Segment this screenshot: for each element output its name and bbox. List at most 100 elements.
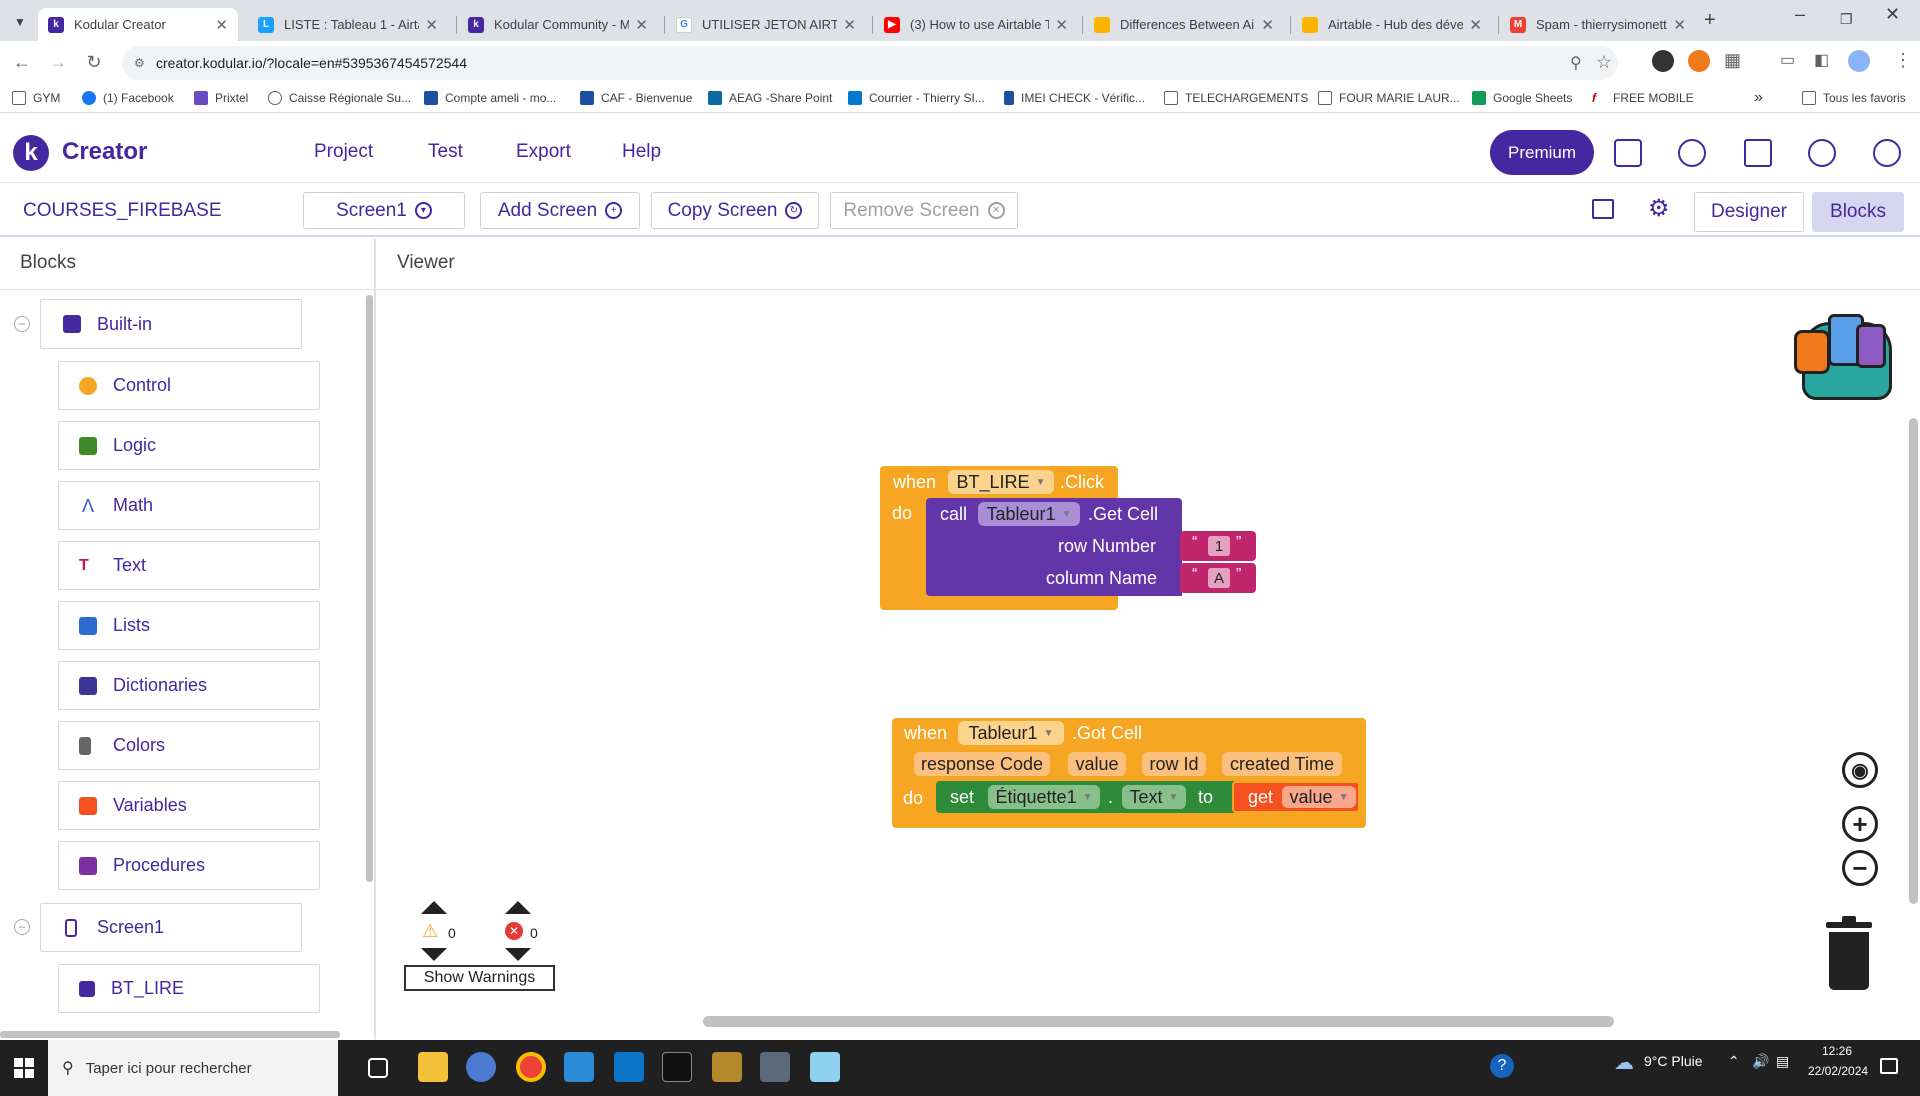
remove-screen-button[interactable]: Remove Screen ✕ bbox=[830, 192, 1018, 229]
profile-avatar-icon[interactable] bbox=[1848, 50, 1870, 72]
address-bar[interactable]: ⚙ creator.kodular.io/?locale=en#53953674… bbox=[122, 46, 1618, 80]
close-icon[interactable]: ✕ bbox=[1055, 16, 1068, 34]
tab-kodular-community[interactable]: k Kodular Community - Mu ✕ bbox=[458, 8, 658, 41]
zoom-out-icon[interactable]: − bbox=[1842, 850, 1878, 886]
bookmark-caisse-regionale[interactable]: Caisse Régionale Su... bbox=[268, 91, 411, 105]
network-icon[interactable]: ▤ bbox=[1776, 1053, 1789, 1070]
zoom-in-icon[interactable]: + bbox=[1842, 806, 1878, 842]
designer-button[interactable]: Designer bbox=[1694, 192, 1804, 232]
notes-icon[interactable] bbox=[810, 1052, 840, 1082]
workspace-horizontal-scrollbar[interactable] bbox=[703, 1016, 1614, 1027]
close-icon[interactable]: ✕ bbox=[1261, 16, 1274, 34]
gallery-icon[interactable] bbox=[1592, 199, 1614, 219]
bookmark-aeag[interactable]: AEAG -Share Point bbox=[708, 91, 832, 105]
warning-prev-icon[interactable] bbox=[421, 901, 447, 914]
category-procedures[interactable]: Procedures bbox=[58, 841, 320, 890]
window-close-icon[interactable]: ✕ bbox=[1885, 4, 1900, 25]
notifications-icon[interactable] bbox=[1880, 1058, 1898, 1074]
show-warnings-button[interactable]: Show Warnings bbox=[404, 965, 555, 991]
close-icon[interactable]: ✕ bbox=[635, 16, 648, 34]
param-row-id[interactable]: row Id bbox=[1142, 752, 1206, 776]
minimize-icon[interactable]: – bbox=[1795, 4, 1805, 25]
bookmark-all-favorites[interactable]: Tous les favoris bbox=[1802, 91, 1906, 105]
kodular-logo-icon[interactable]: k bbox=[13, 135, 49, 171]
clock-date[interactable]: 22/02/2024 bbox=[1808, 1064, 1868, 1078]
calculator-icon[interactable] bbox=[760, 1052, 790, 1082]
close-icon[interactable]: ✕ bbox=[425, 16, 438, 34]
clock-time[interactable]: 12:26 bbox=[1822, 1044, 1852, 1058]
back-icon[interactable]: ← bbox=[10, 50, 34, 74]
category-variables[interactable]: Variables bbox=[58, 781, 320, 830]
teams-icon[interactable] bbox=[564, 1052, 594, 1082]
menu-test[interactable]: Test bbox=[428, 141, 463, 163]
site-info-icon[interactable]: ⚙ bbox=[134, 56, 145, 70]
task-view-icon[interactable] bbox=[368, 1058, 388, 1078]
tab-airtable-liste[interactable]: L LISTE : Tableau 1 - Airtable ✕ bbox=[248, 8, 448, 41]
close-icon[interactable]: ✕ bbox=[1469, 16, 1482, 34]
tab-google-search[interactable]: G UTILISER JETON AIRTABLE ✕ bbox=[666, 8, 866, 41]
copy-screen-button[interactable]: Copy Screen ↻ bbox=[651, 192, 819, 229]
error-prev-icon[interactable] bbox=[505, 901, 531, 914]
new-project-folder-icon[interactable] bbox=[1614, 139, 1642, 167]
reload-icon[interactable]: ↻ bbox=[82, 50, 106, 74]
add-screen-button[interactable]: Add Screen + bbox=[480, 192, 640, 229]
trash-can-icon[interactable] bbox=[1826, 916, 1872, 990]
community-icon[interactable] bbox=[1678, 139, 1706, 167]
extensions-puzzle-icon[interactable]: ▦ bbox=[1724, 50, 1741, 71]
panel-vertical-scrollbar[interactable] bbox=[366, 295, 373, 882]
chrome-alt-icon[interactable] bbox=[466, 1052, 496, 1082]
bookmark-gym[interactable]: GYM bbox=[12, 91, 60, 105]
warning-next-icon[interactable] bbox=[421, 948, 447, 961]
tab-airtable-hub[interactable]: Airtable - Hub des dévelo ✕ bbox=[1292, 8, 1492, 41]
terminal-icon[interactable] bbox=[662, 1052, 692, 1082]
screen-selector[interactable]: Screen1 ▾ bbox=[303, 192, 465, 229]
category-colors[interactable]: Colors bbox=[58, 721, 320, 770]
menu-help[interactable]: Help bbox=[622, 141, 661, 163]
bookmark-four-marie[interactable]: FOUR MARIE LAUR... bbox=[1318, 91, 1460, 105]
blocks-button[interactable]: Blocks bbox=[1812, 192, 1904, 232]
account-icon[interactable] bbox=[1873, 139, 1901, 167]
category-logic[interactable]: Logic bbox=[58, 421, 320, 470]
property-dropdown-text[interactable]: Text ▼ bbox=[1122, 785, 1186, 809]
screen1-collapse-icon[interactable]: − bbox=[14, 919, 30, 935]
bookmark-courrier[interactable]: Courrier - Thierry SI... bbox=[848, 91, 985, 105]
variable-dropdown-value[interactable]: value ▼ bbox=[1282, 786, 1356, 808]
component-bt-lire[interactable]: BT_LIRE bbox=[58, 964, 320, 1013]
bookmark-telechargements[interactable]: TELECHARGEMENTS bbox=[1164, 91, 1308, 105]
close-icon[interactable]: ✕ bbox=[843, 16, 856, 34]
volume-icon[interactable]: 🔊 bbox=[1752, 1053, 1769, 1070]
text-value-a[interactable]: A bbox=[1208, 568, 1230, 588]
bookmark-facebook[interactable]: (1) Facebook bbox=[82, 91, 174, 105]
builtin-collapse-icon[interactable]: − bbox=[14, 316, 30, 332]
tree-screen1[interactable]: Screen1 bbox=[40, 903, 302, 952]
extension-a-icon[interactable] bbox=[1652, 50, 1674, 72]
param-response-code[interactable]: response Code bbox=[914, 752, 1050, 776]
bookmark-ameli[interactable]: Compte ameli - mo... bbox=[424, 91, 556, 105]
tab-search-button[interactable]: ▼ bbox=[8, 10, 32, 34]
tab-kodular-creator[interactable]: k Kodular Creator ✕ bbox=[38, 8, 238, 41]
more-menu-icon[interactable]: ⋮ bbox=[1894, 50, 1912, 71]
menu-export[interactable]: Export bbox=[516, 141, 571, 163]
side-panel-icon[interactable]: ◧ bbox=[1814, 50, 1829, 70]
backpack-icon[interactable] bbox=[1788, 308, 1896, 410]
taskbar-search[interactable]: ⚲ Taper ici pour rechercher bbox=[48, 1040, 338, 1096]
close-icon[interactable]: ✕ bbox=[1673, 16, 1686, 34]
zoom-icon[interactable]: ⚲ bbox=[1570, 53, 1582, 73]
file-explorer-icon[interactable] bbox=[418, 1052, 448, 1082]
category-math[interactable]: Λ Math bbox=[58, 481, 320, 530]
category-builtin[interactable]: Built-in bbox=[40, 299, 302, 349]
bookmark-star-icon[interactable]: ☆ bbox=[1596, 52, 1612, 73]
settings-gear-icon[interactable]: ⚙ bbox=[1648, 194, 1670, 223]
billing-dollar-icon[interactable] bbox=[1808, 139, 1836, 167]
bookmark-caf[interactable]: CAF - Bienvenue bbox=[580, 91, 692, 105]
cast-icon[interactable]: ▭ bbox=[1780, 50, 1795, 70]
category-text[interactable]: T Text bbox=[58, 541, 320, 590]
forward-icon[interactable]: → bbox=[46, 50, 70, 74]
component-dropdown-etiquette1[interactable]: Étiquette1 ▼ bbox=[988, 785, 1100, 809]
new-tab-icon[interactable]: + bbox=[1704, 9, 1716, 32]
archive-icon[interactable] bbox=[712, 1052, 742, 1082]
recenter-target-icon[interactable]: ◉ bbox=[1842, 752, 1878, 788]
store-icon[interactable] bbox=[614, 1052, 644, 1082]
documentation-icon[interactable] bbox=[1744, 139, 1772, 167]
restore-icon[interactable]: ❐ bbox=[1840, 11, 1853, 28]
